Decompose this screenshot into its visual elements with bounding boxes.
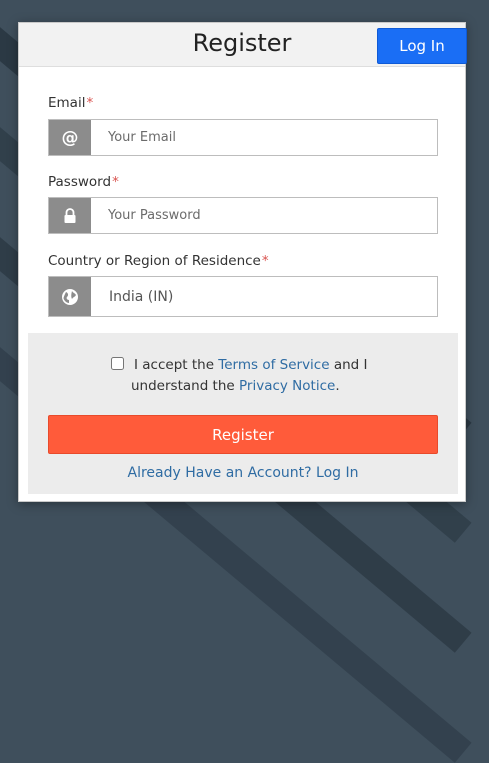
required-mark: * xyxy=(261,253,269,269)
terms-line-1: I accept the Terms of Service and I xyxy=(134,355,368,376)
terms-text: I accept the xyxy=(134,357,219,373)
terms-line-2: understand the Privacy Notice. xyxy=(131,376,340,397)
terms-checkbox[interactable] xyxy=(111,357,124,370)
email-input[interactable] xyxy=(91,120,437,155)
password-field xyxy=(48,197,438,234)
terms-panel: I accept the Terms of Service and I unde… xyxy=(28,333,458,494)
country-value: India (IN) xyxy=(109,288,174,305)
globe-icon xyxy=(49,277,91,316)
privacy-notice-link[interactable]: Privacy Notice xyxy=(239,378,335,394)
login-button[interactable]: Log In xyxy=(377,28,467,64)
register-modal: Register Log In Email* @ Password* Count… xyxy=(18,22,467,502)
terms-text: . xyxy=(335,378,340,394)
password-label: Password* xyxy=(48,174,119,190)
country-select[interactable]: India (IN) xyxy=(48,276,438,317)
lock-icon xyxy=(49,198,91,233)
email-label-text: Email xyxy=(48,95,86,111)
terms-text: understand the xyxy=(131,378,239,394)
password-label-text: Password xyxy=(48,174,112,190)
terms-of-service-link[interactable]: Terms of Service xyxy=(218,357,329,373)
email-field: @ xyxy=(48,119,438,156)
password-input[interactable] xyxy=(91,198,437,233)
register-button[interactable]: Register xyxy=(48,415,438,454)
already-have-account-link[interactable]: Already Have an Account? Log In xyxy=(28,465,458,481)
terms-text: and I xyxy=(329,357,368,373)
country-label-text: Country or Region of Residence xyxy=(48,253,261,269)
required-mark: * xyxy=(112,174,119,190)
modal-header: Register Log In xyxy=(19,23,467,67)
country-label: Country or Region of Residence* xyxy=(48,253,269,269)
email-label: Email* xyxy=(48,95,93,111)
at-icon: @ xyxy=(49,120,91,155)
required-mark: * xyxy=(86,95,94,111)
svg-text:@: @ xyxy=(62,129,79,147)
